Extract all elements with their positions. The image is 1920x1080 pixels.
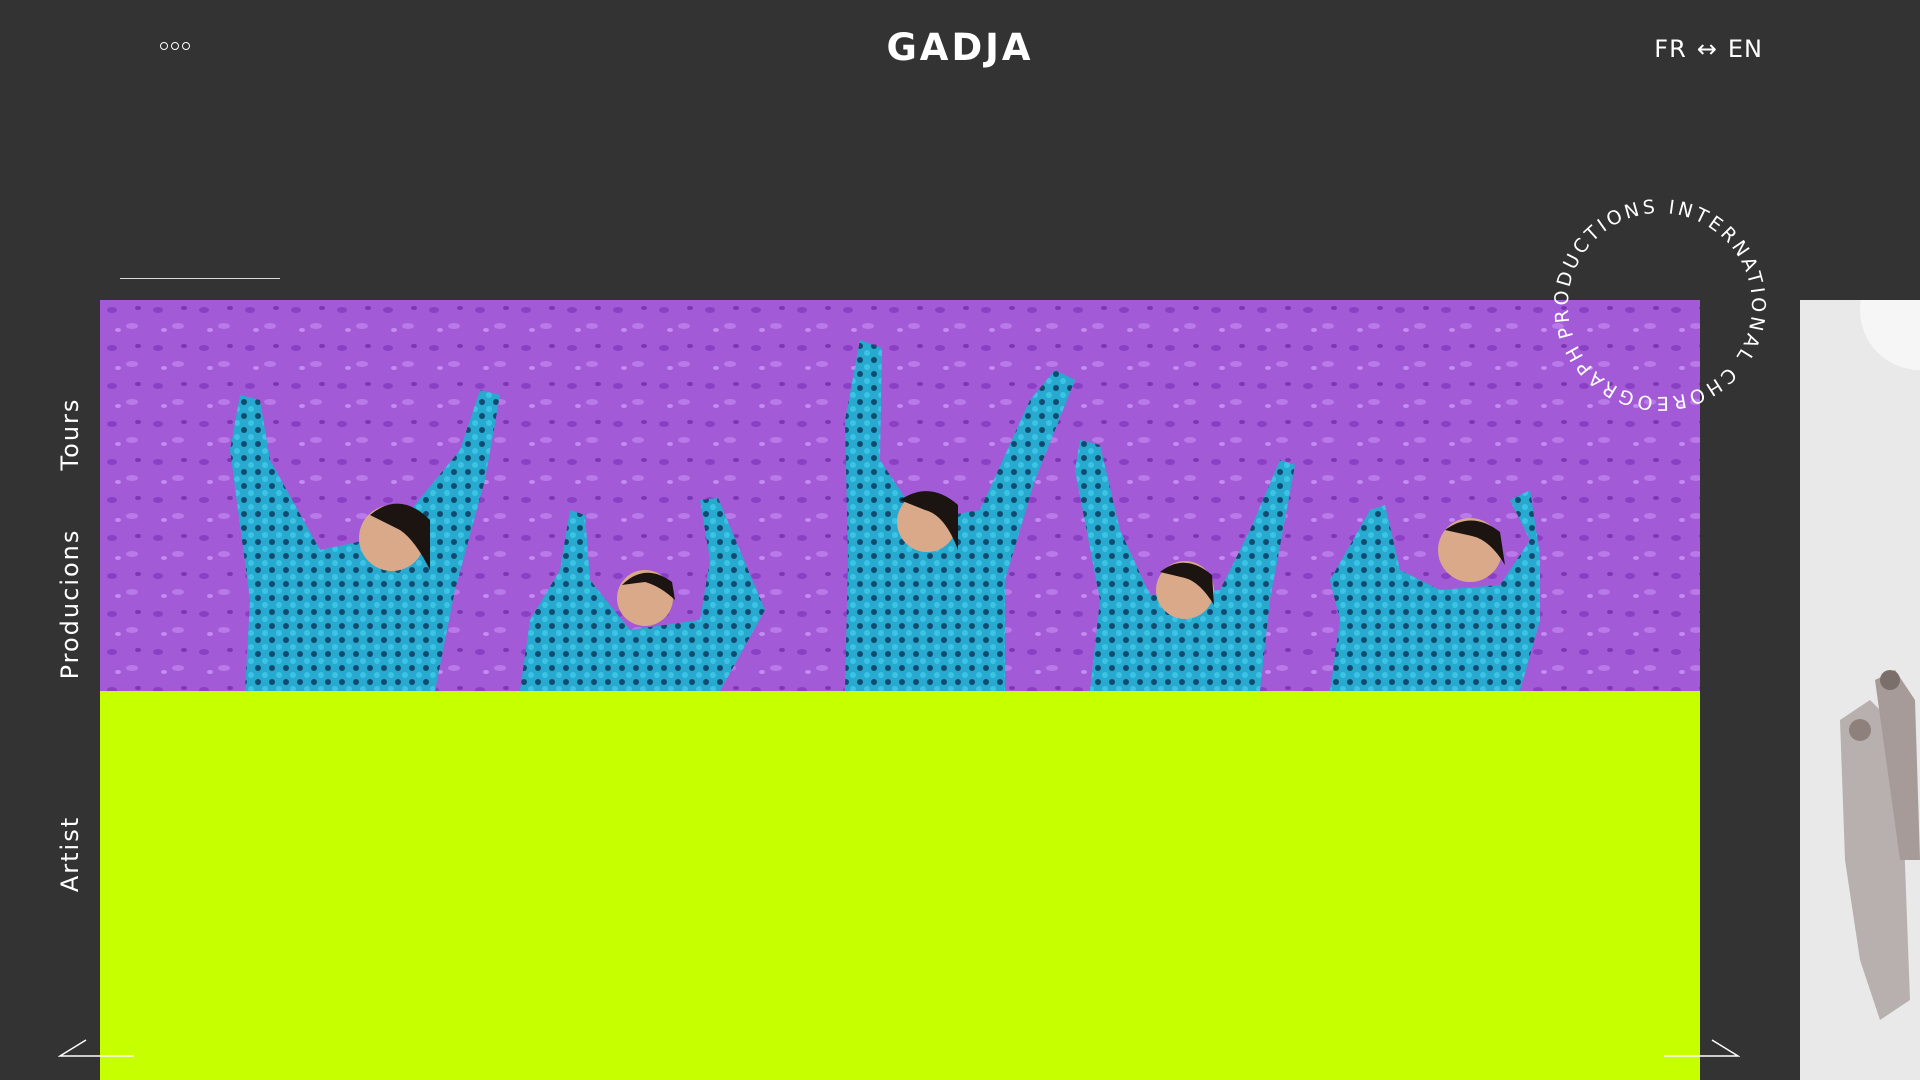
arrow-right-icon[interactable] (1660, 1038, 1740, 1058)
next-slide-preview[interactable] (1800, 300, 1920, 1080)
nav-artist[interactable]: Artist (56, 804, 84, 904)
divider-line (120, 278, 280, 279)
nav-tours[interactable]: Tours (56, 384, 84, 484)
brand-logo[interactable]: GADJA (0, 26, 1920, 69)
swap-icon: ↔ (1696, 35, 1718, 63)
arrow-left-icon[interactable] (58, 1038, 138, 1058)
svg-text:PRODUCTIONS INTERNATIONAL CHOR: PRODUCTIONS INTERNATIONAL CHOREOGRAPHER (1545, 190, 1775, 420)
lang-en[interactable]: EN (1728, 35, 1763, 63)
lang-fr[interactable]: FR (1654, 35, 1686, 63)
nav-productions[interactable]: Producions (56, 524, 84, 684)
lime-color-band (100, 691, 1700, 1080)
circular-tagline-text: PRODUCTIONS INTERNATIONAL CHOREOGRAPHER (1545, 190, 1775, 420)
circular-tagline: PRODUCTIONS INTERNATIONAL CHOREOGRAPHER (1545, 190, 1775, 420)
dancers-photo (100, 300, 1700, 691)
language-switch[interactable]: FR ↔ EN (1654, 35, 1763, 63)
hero-slide[interactable] (100, 300, 1700, 1080)
